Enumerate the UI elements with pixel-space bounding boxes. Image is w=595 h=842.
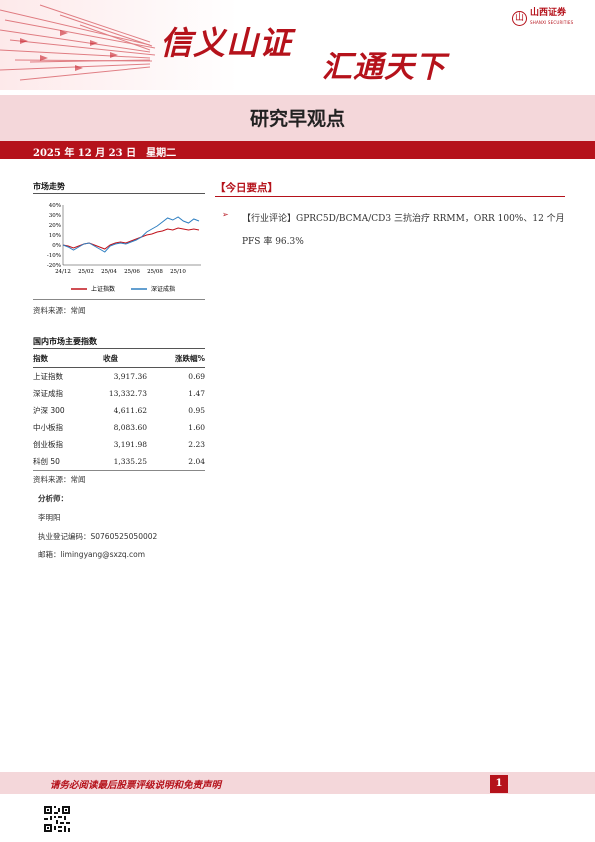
highlight-item[interactable]: 【行业评论】GPRC5D/BCMA/CD3 三抗治疗 RRMM，ORR 100%… xyxy=(242,208,572,254)
index-name: 深证成指 xyxy=(33,389,63,398)
x-tick-label: 25/10 xyxy=(170,269,186,275)
indices-table: 指数 收盘 涨跌幅% 上证指数 3,917.36 0.69 深证成指 13,332.73… xyxy=(33,350,205,470)
header-banner xyxy=(0,0,595,90)
x-tick-label: 25/04 xyxy=(101,269,117,275)
x-tick-label: 25/02 xyxy=(78,269,94,275)
divider xyxy=(33,299,205,300)
y-tick-label: 20% xyxy=(49,223,61,229)
logo-subtext: SHANXI SECURITIES xyxy=(530,20,574,25)
bullet-arrow-icon: ➢ xyxy=(222,210,229,219)
index-close: 4,611.62 xyxy=(113,406,147,415)
indices-heading: 国内市场主要指数 xyxy=(33,337,97,346)
col-header-index: 指数 xyxy=(33,354,48,363)
y-tick-label: 30% xyxy=(49,213,61,219)
col-header-change: 涨跌幅% xyxy=(174,354,205,363)
index-change: 0.69 xyxy=(188,372,205,381)
y-tick-label: -10% xyxy=(47,253,61,259)
market-trend-heading: 市场走势 xyxy=(33,182,65,191)
page-number: 1 xyxy=(490,775,508,793)
today-highlights-heading: 【今日要点】 xyxy=(215,182,278,194)
index-close: 13,332.73 xyxy=(108,389,147,398)
legend-label: 深证成指 xyxy=(151,285,175,293)
divider xyxy=(33,193,205,194)
index-close: 3,191.98 xyxy=(113,440,147,449)
index-change: 2.23 xyxy=(188,440,205,449)
index-change: 1.47 xyxy=(188,389,205,398)
disclaimer-notice[interactable]: 请务必阅读最后股票评级说明和免责声明 xyxy=(50,777,221,791)
index-close: 3,917.36 xyxy=(113,372,147,381)
legend-label: 上证指数 xyxy=(91,285,115,293)
divider xyxy=(33,348,205,349)
series-line-shenzhen xyxy=(62,216,200,253)
y-tick-label: 0% xyxy=(52,243,61,249)
series-line-shanghai xyxy=(62,227,200,250)
table-source: 资料来源：常闻 xyxy=(33,475,86,484)
index-change: 1.60 xyxy=(188,423,205,432)
index-name: 上证指数 xyxy=(33,372,63,381)
index-name: 科创 50 xyxy=(33,457,60,466)
table-row: 中小板指 8,083.60 1.60 xyxy=(33,419,205,436)
index-change: 0.95 xyxy=(188,406,205,415)
table-header-row: 指数 收盘 涨跌幅% xyxy=(33,350,205,368)
analyst-name: 李明阳 xyxy=(38,513,61,522)
index-close: 8,083.60 xyxy=(113,423,147,432)
index-close: 1,335.25 xyxy=(113,457,147,466)
analyst-license: 执业登记编码：S0760525050002 xyxy=(38,532,158,541)
x-tick-label: 25/08 xyxy=(147,269,163,275)
index-name: 创业板指 xyxy=(33,440,63,449)
analyst-label: 分析师： xyxy=(38,494,68,503)
x-tick-label: 24/12 xyxy=(55,269,71,275)
table-row: 科创 50 1,335.25 2.04 xyxy=(33,453,205,470)
report-date: 2025 年 12 月 23 日 星期二 xyxy=(33,148,177,159)
slogan-left: 信义山证 xyxy=(160,24,293,62)
company-logo: 山 山西证券 SHANXI SECURITIES xyxy=(512,8,573,28)
chart-source: 资料来源：常闻 xyxy=(33,306,86,315)
market-trend-chart: 40%30%20%10%0%-10%-20% 24/12 25/02 25/04 25… xyxy=(47,203,201,293)
divider xyxy=(33,470,205,471)
table-row: 创业板指 3,191.98 2.23 xyxy=(33,436,205,453)
col-header-close: 收盘 xyxy=(103,354,118,363)
y-tick-label: 40% xyxy=(49,203,61,209)
index-change: 2.04 xyxy=(188,457,205,466)
x-tick-label: 25/06 xyxy=(124,269,140,275)
logo-mark-icon: 山 xyxy=(512,10,527,26)
index-name: 中小板指 xyxy=(33,423,63,432)
logo-text: 山西证券 xyxy=(530,8,567,18)
table-row: 深证成指 13,332.73 1.47 xyxy=(33,385,205,402)
divider xyxy=(215,196,565,197)
report-title: 研究早观点 xyxy=(249,108,345,130)
qr-code-icon xyxy=(44,806,70,832)
slogan-right: 汇通天下 xyxy=(322,50,446,85)
decorative-swoosh xyxy=(0,4,156,81)
table-row: 上证指数 3,917.36 0.69 xyxy=(33,368,205,386)
y-tick-label: 10% xyxy=(49,233,61,239)
analyst-email: 邮箱：limingyang@sxzq.com xyxy=(38,550,146,559)
index-name: 沪深 300 xyxy=(33,406,65,415)
table-row: 沪深 300 4,611.62 0.95 xyxy=(33,402,205,419)
